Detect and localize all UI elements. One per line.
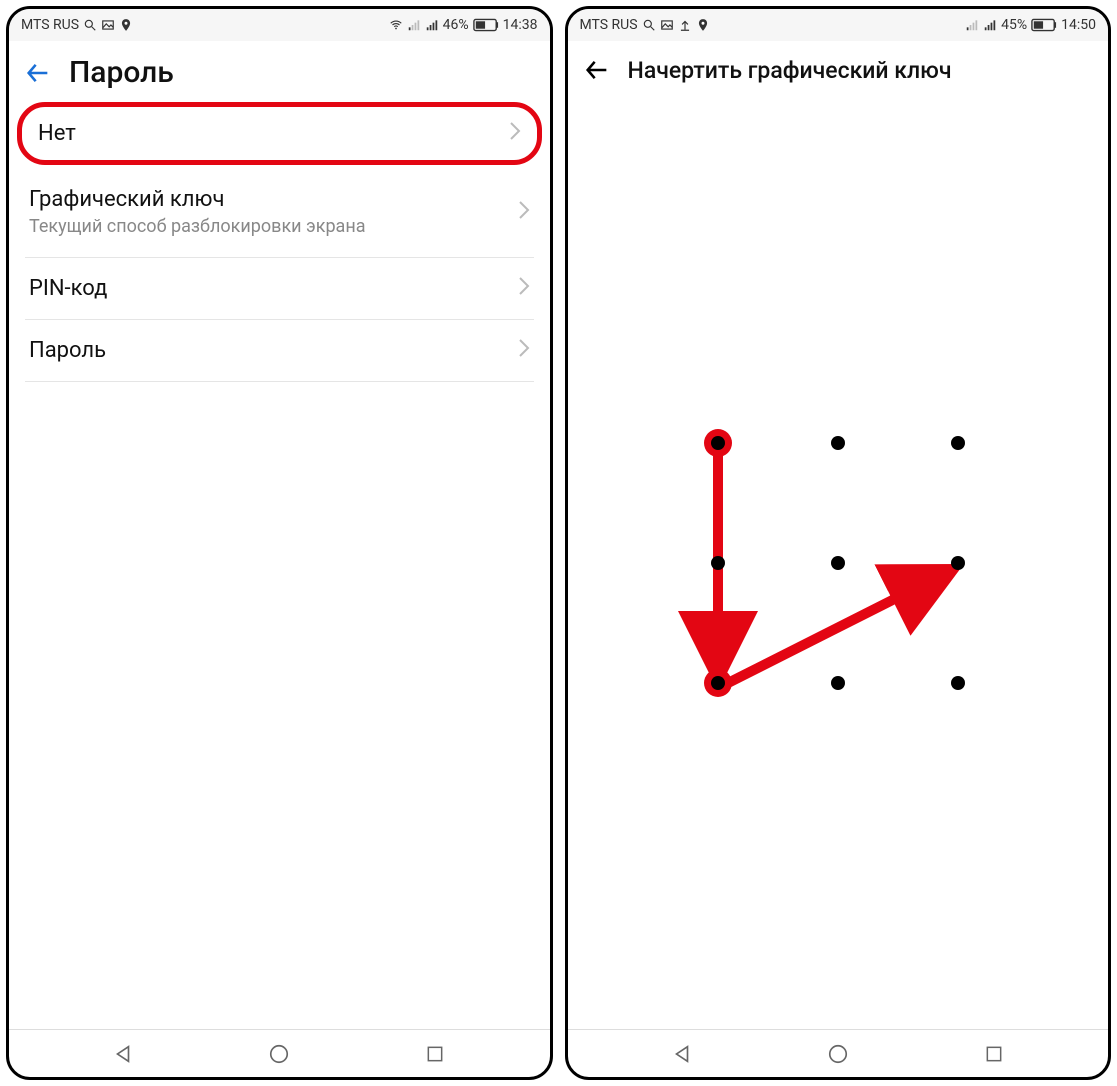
option-label: PIN-код (29, 276, 518, 301)
pattern-grid[interactable] (678, 403, 998, 723)
signal-weak-icon (965, 18, 979, 32)
nav-back-button[interactable] (110, 1041, 136, 1067)
option-label: Пароль (29, 338, 518, 363)
signal-strong-icon (983, 18, 997, 32)
pattern-dot-2-1[interactable] (951, 556, 965, 570)
clock-label: 14:50 (1061, 17, 1096, 33)
location-icon (696, 18, 710, 32)
nav-home-button[interactable] (266, 1041, 292, 1067)
pattern-dot-1-1[interactable] (831, 556, 845, 570)
back-button[interactable] (582, 55, 612, 85)
search-icon (83, 18, 97, 32)
status-right: 45% 14:50 (965, 17, 1096, 33)
page-title: Начертить графический ключ (628, 57, 952, 84)
nav-recent-button[interactable] (422, 1041, 448, 1067)
chevron-right-icon (509, 121, 521, 146)
option-password[interactable]: Пароль (25, 320, 534, 382)
pattern-area[interactable] (568, 97, 1109, 1029)
battery-icon (1031, 18, 1057, 32)
status-left: MTS RUS (580, 17, 710, 33)
nav-home-button[interactable] (825, 1041, 851, 1067)
battery-percent: 45% (1001, 17, 1027, 33)
status-right: 46% 14:38 (389, 17, 538, 33)
image-icon (660, 18, 674, 32)
nav-recent-button[interactable] (981, 1041, 1007, 1067)
pattern-dot-1-0[interactable] (831, 436, 845, 450)
option-none[interactable]: Нет (17, 102, 542, 165)
image-icon (101, 18, 115, 32)
option-sublabel: Текущий способ разблокировки экрана (29, 216, 518, 239)
back-button[interactable] (23, 58, 53, 88)
nav-bar (9, 1029, 550, 1077)
clock-label: 14:38 (503, 17, 538, 33)
chevron-right-icon (518, 276, 530, 301)
location-icon (119, 18, 133, 32)
status-left: MTS RUS (21, 17, 133, 33)
title-bar: Пароль (9, 41, 550, 102)
pattern-dot-2-0[interactable] (951, 436, 965, 450)
options-list: Нет Графический ключ Текущий способ разб… (9, 102, 550, 382)
battery-icon (473, 18, 499, 32)
chevron-right-icon (518, 200, 530, 225)
title-bar: Начертить графический ключ (568, 41, 1109, 97)
option-pin[interactable]: PIN-код (25, 258, 534, 320)
signal-weak-icon (407, 18, 421, 32)
phone-left: MTS RUS 46% 14:38 (6, 6, 553, 1080)
battery-percent: 46% (443, 17, 469, 33)
status-bar: MTS RUS 46% 14:38 (9, 9, 550, 41)
signal-strong-icon (425, 18, 439, 32)
option-label: Нет (38, 121, 509, 146)
option-label: Графический ключ (29, 187, 518, 212)
pattern-dot-0-2[interactable] (711, 676, 725, 690)
phone-right: MTS RUS 45% 14:50 (565, 6, 1112, 1080)
status-bar: MTS RUS 45% 14:50 (568, 9, 1109, 41)
pattern-dot-2-2[interactable] (951, 676, 965, 690)
pattern-dot-0-1[interactable] (711, 556, 725, 570)
pattern-dot-0-0[interactable] (711, 436, 725, 450)
nav-back-button[interactable] (669, 1041, 695, 1067)
nav-bar (568, 1029, 1109, 1077)
pattern-dot-1-2[interactable] (831, 676, 845, 690)
chevron-right-icon (518, 338, 530, 363)
carrier-label: MTS RUS (21, 17, 79, 33)
option-pattern[interactable]: Графический ключ Текущий способ разблоки… (25, 169, 534, 258)
wifi-icon (389, 18, 403, 32)
search-icon (642, 18, 656, 32)
upload-icon (678, 18, 692, 32)
carrier-label: MTS RUS (580, 17, 638, 33)
page-title: Пароль (69, 55, 174, 90)
